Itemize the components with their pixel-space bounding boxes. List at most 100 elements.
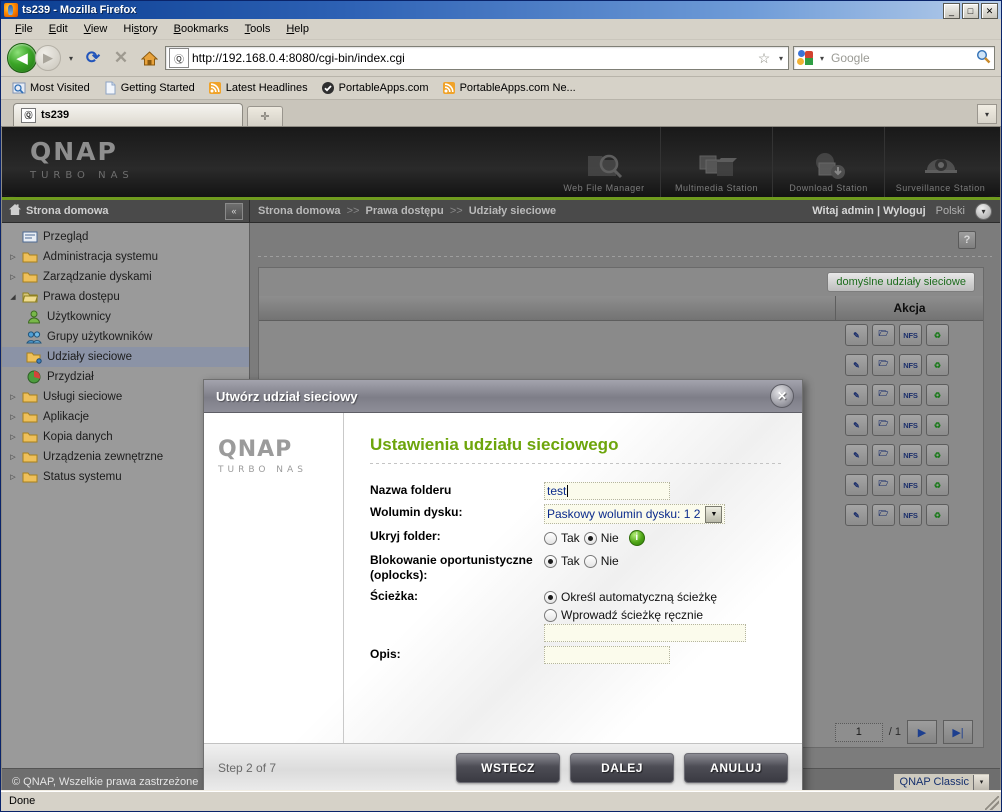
twisty[interactable]: ▷ [8,413,18,421]
sidebar-home-header[interactable]: Strona domowa « [2,200,250,222]
bookmark-getting-started[interactable]: Getting Started [98,80,200,96]
maximize-button[interactable]: □ [962,3,979,19]
oplocks-radio-yes[interactable] [544,554,557,568]
sidebar-item-uzytkownicy[interactable]: Użytkownicy [2,307,249,327]
info-icon[interactable]: i [628,530,645,546]
menu-tools[interactable]: Tools [237,21,279,37]
nfs-icon[interactable]: NFS [899,354,922,376]
oplocks-radio-no[interactable] [583,554,597,568]
menu-bookmarks[interactable]: Bookmarks [166,21,237,37]
bookmark-portableapps-news[interactable]: PortableApps.com Ne... [437,80,581,96]
sidebar-item-przeglad[interactable]: Przegląd [2,227,249,247]
edit-properties-icon[interactable]: ✎ [845,384,868,406]
tab-list-button[interactable]: ▾ [977,104,997,124]
new-tab-button[interactable]: ✛ [247,106,283,126]
edit-properties-icon[interactable]: ✎ [845,504,868,526]
table-row[interactable]: ✎ 🗁 NFS ♻ [259,320,983,350]
hide-folder-radio-no[interactable] [583,531,597,545]
history-dropdown-icon[interactable]: ▾ [65,54,77,63]
twisty[interactable]: ▷ [8,253,18,261]
minimize-button[interactable]: _ [943,3,960,19]
sidebar-item-zarzadzanie-dyskami[interactable]: ▷ Zarządzanie dyskami [2,267,249,287]
menu-history[interactable]: History [115,21,165,37]
last-page-button[interactable]: ▶| [943,720,973,744]
access-permission-icon[interactable]: 🗁 [872,324,895,346]
edit-properties-icon[interactable]: ✎ [845,324,868,346]
banner-app-download-station[interactable]: Download Station [772,127,884,197]
twisty[interactable]: ▷ [8,273,18,281]
refresh-icon[interactable]: ♻ [926,474,949,496]
twisty[interactable]: ▷ [8,433,18,441]
disk-volume-select[interactable]: Paskowy wolumin dysku: 1 2 ▼ [544,504,726,524]
edit-properties-icon[interactable]: ✎ [845,474,868,496]
path-radio-auto-input[interactable] [544,590,557,604]
theme-select[interactable]: QNAP Classic ▾ [892,772,990,790]
next-button[interactable]: DALEJ [570,753,674,783]
url-text[interactable]: http://192.168.0.4:8080/cgi-bin/index.cg… [192,51,754,65]
bookmark-most-visited[interactable]: Most Visited [7,80,95,96]
restore-default-shares-button[interactable]: domyślne udziały sieciowe [827,272,975,292]
refresh-icon[interactable]: ♻ [926,504,949,526]
close-icon[interactable]: ✕ [770,384,794,408]
search-magnifier-icon[interactable] [972,49,994,67]
sidebar-item-udzialy-sieciowe[interactable]: Udziały sieciowe [2,347,249,367]
nfs-icon[interactable]: NFS [899,324,922,346]
path-radio-manual-input[interactable] [544,608,557,622]
search-bar[interactable]: ▾ Google [793,46,995,70]
access-permission-icon[interactable]: 🗁 [872,474,895,496]
close-button[interactable]: ✕ [981,3,998,19]
nfs-icon[interactable]: NFS [899,414,922,436]
refresh-icon[interactable]: ♻ [926,444,949,466]
nfs-icon[interactable]: NFS [899,474,922,496]
twisty[interactable]: ▷ [8,393,18,401]
home-icon[interactable] [137,46,161,70]
search-input[interactable]: Google [827,51,972,65]
url-dropdown-icon[interactable]: ▾ [774,54,788,63]
language-dropdown-icon[interactable]: ▾ [975,202,992,220]
sidebar-collapse-button[interactable]: « [225,202,243,220]
hide-folder-radio-yes[interactable] [544,531,557,545]
url-bar[interactable]: Ⓠ http://192.168.0.4:8080/cgi-bin/index.… [165,46,789,70]
menu-edit[interactable]: Edit [41,21,76,37]
stop-icon[interactable]: ✕ [109,46,133,70]
page-number-input[interactable]: 1 [834,722,883,742]
banner-app-surveillance-station[interactable]: Surveillance Station [884,127,996,197]
access-permission-icon[interactable]: 🗁 [872,414,895,436]
access-permission-icon[interactable]: 🗁 [872,384,895,406]
tab-ts239[interactable]: Ⓠ ts239 [13,103,243,126]
welcome-logout[interactable]: Witaj admin | Wyloguj [812,205,925,217]
cancel-button[interactable]: ANULUJ [684,753,788,783]
access-permission-icon[interactable]: 🗁 [872,444,895,466]
twisty[interactable]: ◢ [8,293,18,301]
refresh-icon[interactable]: ♻ [926,384,949,406]
path-radio-auto[interactable]: Określ automatyczną ścieżkę [544,588,782,606]
search-engine-dropdown-icon[interactable]: ▾ [817,54,827,63]
resize-grip[interactable] [985,796,999,810]
help-icon[interactable]: ? [958,231,976,249]
bookmark-portableapps[interactable]: PortableApps.com [316,80,434,96]
table-row[interactable]: ✎ 🗁 NFS ♻ [259,350,983,380]
folder-name-input[interactable]: test [544,482,670,500]
banner-app-web-file-manager[interactable]: Web File Manager [548,127,660,197]
description-input[interactable] [544,646,670,664]
refresh-icon[interactable]: ♻ [926,354,949,376]
nfs-icon[interactable]: NFS [899,384,922,406]
twisty[interactable]: ▷ [8,453,18,461]
bookmark-star-icon[interactable]: ☆ [754,50,774,67]
nfs-icon[interactable]: NFS [899,444,922,466]
breadcrumb-item-1[interactable]: Prawa dostępu [366,205,444,217]
back-button[interactable]: ◀ [7,43,37,73]
back-button[interactable]: WSTECZ [456,753,560,783]
bookmark-latest-headlines[interactable]: Latest Headlines [203,80,313,96]
sidebar-item-prawa-dostepu[interactable]: ◢ Prawa dostępu [2,287,249,307]
edit-properties-icon[interactable]: ✎ [845,444,868,466]
menu-view[interactable]: View [76,21,116,37]
edit-properties-icon[interactable]: ✎ [845,414,868,436]
access-permission-icon[interactable]: 🗁 [872,354,895,376]
breadcrumb-item-2[interactable]: Udziały sieciowe [469,205,556,217]
sidebar-item-administracja-systemu[interactable]: ▷ Administracja systemu [2,247,249,267]
menu-help[interactable]: Help [278,21,317,37]
nfs-icon[interactable]: NFS [899,504,922,526]
reload-icon[interactable]: ⟳ [81,46,105,70]
access-permission-icon[interactable]: 🗁 [872,504,895,526]
